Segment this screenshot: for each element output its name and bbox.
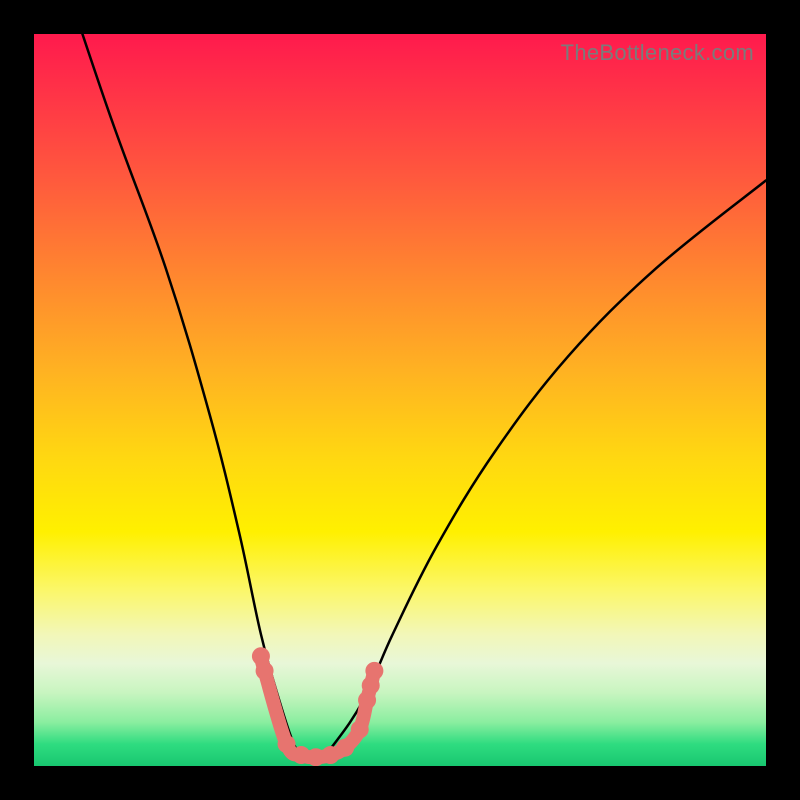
bottleneck-curve-path	[34, 34, 766, 761]
chart-svg	[34, 34, 766, 766]
plot-area: TheBottleneck.com	[34, 34, 766, 766]
marker-dot	[336, 739, 354, 757]
marker-dot	[351, 720, 369, 738]
marker-dot	[278, 735, 296, 753]
chart-frame: TheBottleneck.com	[0, 0, 800, 800]
marker-dot	[365, 662, 383, 680]
marker-dot	[256, 662, 274, 680]
curve-group	[34, 34, 766, 761]
marker-group	[252, 647, 383, 766]
